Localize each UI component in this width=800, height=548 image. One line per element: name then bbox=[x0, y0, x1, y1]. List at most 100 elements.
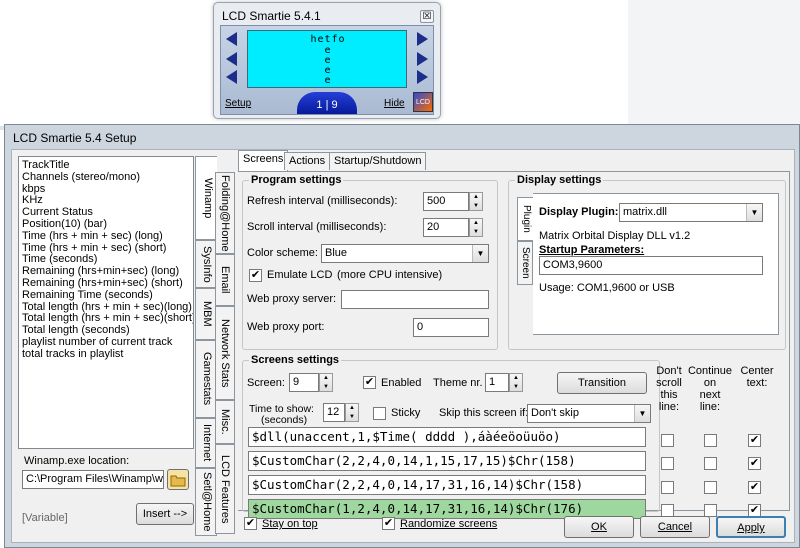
tab-screen[interactable]: Screen bbox=[517, 241, 533, 285]
scroll-left-icon[interactable] bbox=[226, 70, 237, 84]
setup-button[interactable]: Setup bbox=[225, 98, 251, 109]
folder-open-icon[interactable] bbox=[167, 469, 189, 490]
continue-header-line: Continue bbox=[687, 365, 733, 377]
startup-parameters-input[interactable]: COM3,9600 bbox=[539, 256, 763, 275]
list-item[interactable]: Time (seconds) bbox=[22, 253, 193, 265]
winamp-location-input[interactable]: C:\Program Files\Winamp\wina bbox=[22, 470, 164, 489]
scroll-right-icon[interactable] bbox=[417, 52, 428, 66]
screen-line-3[interactable]: $CustomChar(2,2,4,0,14,17,31,16,14)$Chr(… bbox=[248, 475, 646, 495]
continue-checkbox[interactable] bbox=[704, 434, 717, 447]
scroll-right-icon[interactable] bbox=[417, 70, 428, 84]
insert-button[interactable]: Insert --> bbox=[136, 503, 194, 525]
screen-line-1[interactable]: $dll(unaccent,1,$Time( dddd ),áàéeöoüuöo… bbox=[248, 427, 646, 447]
skip-screen-value: Don't skip bbox=[531, 407, 579, 419]
continue-header-line: next bbox=[699, 389, 721, 401]
tab-seti-home[interactable]: Setl@Home bbox=[195, 468, 217, 536]
tab-email[interactable]: Email bbox=[215, 254, 235, 306]
refresh-input[interactable]: 500 bbox=[423, 192, 469, 211]
list-item[interactable]: total tracks in playlist bbox=[22, 348, 193, 360]
center-text-header-line: Center bbox=[740, 365, 774, 377]
tab-folding-home[interactable]: Folding@Home bbox=[215, 172, 235, 254]
list-item[interactable]: Remaining Time (seconds) bbox=[22, 289, 193, 301]
tab-screens[interactable]: Screens bbox=[238, 150, 289, 171]
winamp-location-label: Winamp.exe location: bbox=[24, 455, 130, 467]
stay-on-top-label: Stay on top bbox=[262, 518, 318, 530]
screen-number-input[interactable]: 9 bbox=[289, 373, 319, 392]
randomize-checkbox[interactable]: ✔ bbox=[382, 517, 395, 530]
center-text-checkbox[interactable]: ✔ bbox=[748, 434, 761, 447]
scroll-input[interactable]: 20 bbox=[423, 218, 469, 237]
enabled-label: Enabled bbox=[381, 377, 422, 389]
refresh-spinner[interactable]: ▲ ▼ bbox=[469, 192, 483, 211]
cancel-button[interactable]: Cancel bbox=[640, 516, 710, 538]
screen-spinner[interactable]: ▲ ▼ bbox=[319, 373, 333, 392]
tab-lcd-features[interactable]: LCD Features bbox=[215, 444, 235, 534]
apply-button[interactable]: Apply bbox=[716, 516, 786, 538]
tab-winamp[interactable]: Winamp bbox=[195, 156, 217, 240]
center-text-checkbox[interactable]: ✔ bbox=[748, 481, 761, 494]
proxy-port-input[interactable]: 0 bbox=[413, 318, 489, 337]
scroll-left-icon[interactable] bbox=[226, 32, 237, 46]
list-item[interactable]: Remaining (hrs+min+sec) (long) bbox=[22, 265, 193, 277]
center-text-header: Center text: bbox=[736, 365, 778, 389]
sticky-checkbox[interactable] bbox=[373, 407, 386, 420]
center-text-checkbox[interactable]: ✔ bbox=[748, 457, 761, 470]
continue-checkbox[interactable] bbox=[704, 481, 717, 494]
tab-misc[interactable]: Misc. bbox=[215, 400, 235, 444]
time-to-show-spinner[interactable]: ▲ ▼ bbox=[345, 403, 359, 422]
screen-line-2[interactable]: $CustomChar(2,2,4,0,14,1,15,17,15)$Chr(1… bbox=[248, 451, 646, 471]
list-item[interactable]: TrackTitle bbox=[22, 159, 193, 171]
list-item[interactable]: Total length (hrs + min + sec)(long) bbox=[22, 301, 193, 313]
hide-button[interactable]: Hide bbox=[384, 98, 405, 109]
dont-scroll-checkbox[interactable] bbox=[661, 434, 674, 447]
transition-button[interactable]: Transition bbox=[557, 372, 647, 394]
dont-scroll-checkbox[interactable] bbox=[661, 457, 674, 470]
list-item[interactable]: Time (hrs + min + sec) (short) bbox=[22, 242, 193, 254]
proxy-server-input[interactable] bbox=[341, 290, 489, 309]
list-item[interactable]: Total length (hrs + min + sec)(short) bbox=[22, 312, 193, 324]
enabled-checkbox[interactable]: ✔ bbox=[363, 376, 376, 389]
plugin-usage: Usage: COM1,9600 or USB bbox=[539, 282, 675, 294]
tab-actions[interactable]: Actions bbox=[284, 152, 331, 170]
skip-screen-select[interactable]: Don't skip ▼ bbox=[527, 404, 651, 423]
scroll-left-icon[interactable] bbox=[226, 52, 237, 66]
time-to-show-input[interactable]: 12 bbox=[323, 403, 345, 422]
dont-scroll-header-line: scroll bbox=[656, 377, 682, 389]
dont-scroll-header: Don't scroll this line: bbox=[652, 365, 686, 413]
scroll-spinner[interactable]: ▲ ▼ bbox=[469, 218, 483, 237]
list-item[interactable]: Remaining (hrs+min+sec) (short) bbox=[22, 277, 193, 289]
page-indicator: 1 | 9 bbox=[297, 92, 357, 114]
emulate-lcd-note: (more CPU intensive) bbox=[337, 269, 443, 281]
ok-button[interactable]: OK bbox=[564, 516, 634, 538]
list-item[interactable]: Position(10) (bar) bbox=[22, 218, 193, 230]
proxy-port-label: Web proxy port: bbox=[247, 321, 325, 333]
theme-input[interactable]: 1 bbox=[485, 373, 509, 392]
tab-plugin[interactable]: Plugin bbox=[517, 197, 533, 241]
tab-mbm[interactable]: MBM bbox=[195, 288, 217, 340]
variable-list[interactable]: TrackTitle Channels (stereo/mono) kbps KHz C… bbox=[18, 156, 194, 449]
color-scheme-select[interactable]: Blue ▼ bbox=[321, 244, 489, 263]
tab-gamestats[interactable]: Gamestats bbox=[195, 340, 217, 418]
list-item[interactable]: Total length (seconds) bbox=[22, 324, 193, 336]
list-item[interactable]: KHz bbox=[22, 194, 193, 206]
emulate-lcd-label: Emulate LCD bbox=[267, 269, 333, 281]
list-item[interactable]: playlist number of current track bbox=[22, 336, 193, 348]
theme-spinner[interactable]: ▲ ▼ bbox=[509, 373, 523, 392]
list-item[interactable]: kbps bbox=[22, 183, 193, 195]
list-item[interactable]: Channels (stereo/mono) bbox=[22, 171, 193, 183]
tab-network-stats[interactable]: Network Stats bbox=[215, 306, 235, 400]
tab-internet[interactable]: Internet bbox=[195, 418, 217, 468]
tab-startup-shutdown[interactable]: Startup/Shutdown bbox=[329, 152, 427, 170]
stay-on-top-checkbox[interactable]: ✔ bbox=[244, 517, 257, 530]
list-item[interactable]: Current Status bbox=[22, 206, 193, 218]
list-item[interactable]: Time (hrs + min + sec) (long) bbox=[22, 230, 193, 242]
scroll-right-icon[interactable] bbox=[417, 32, 428, 46]
emulate-lcd-checkbox[interactable]: ✔ bbox=[249, 269, 262, 282]
dont-scroll-checkbox[interactable] bbox=[661, 481, 674, 494]
continue-checkbox[interactable] bbox=[704, 457, 717, 470]
chevron-down-icon: ▼ bbox=[634, 405, 650, 422]
tab-sysinfo[interactable]: SysInfo bbox=[195, 240, 217, 288]
center-text-header-line: text: bbox=[746, 377, 768, 389]
display-plugin-select[interactable]: matrix.dll ▼ bbox=[619, 203, 763, 222]
close-icon[interactable]: ☒ bbox=[420, 10, 434, 23]
